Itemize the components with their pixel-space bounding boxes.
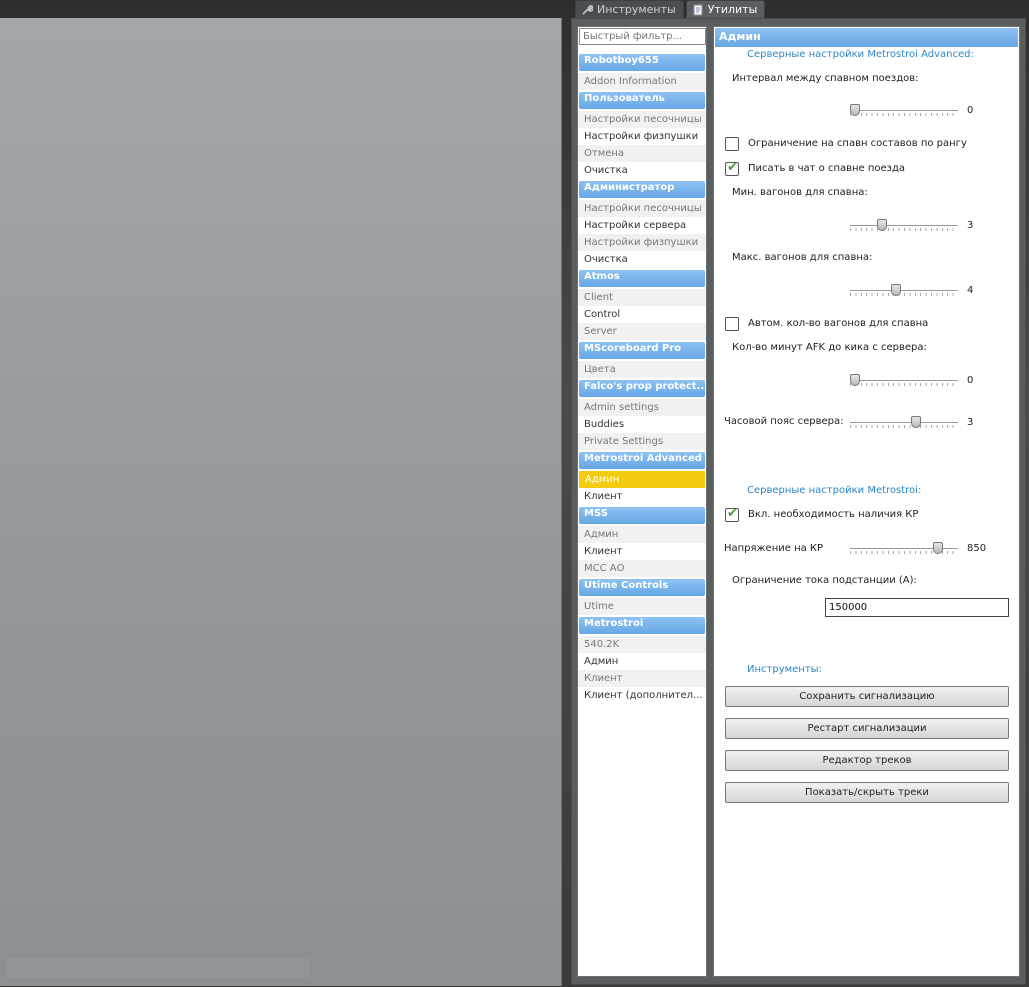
substation-limit-input[interactable] [825, 598, 1009, 617]
sidebar-item-mss-admin[interactable]: Админ [578, 526, 706, 543]
wrench-icon [581, 4, 594, 16]
sidebar-item-user-sandbox[interactable]: Настройки песочницы [578, 111, 706, 128]
timezone-value: 3 [967, 417, 974, 428]
spawnmenu-tabs: Инструменты Утилиты [575, 0, 767, 18]
sidebar-item-user-undo[interactable]: Отмена [578, 145, 706, 162]
kr-voltage-label: Напряжение на КР [724, 543, 824, 554]
sidebar-item-540-2k[interactable]: 540.2K [578, 636, 706, 653]
section-title-tools: Инструменты: [747, 664, 822, 675]
spawn-interval-slider[interactable] [850, 104, 958, 118]
category-metrostroi-advanced[interactable]: Metrostroi Advanced [579, 452, 705, 469]
category-mscoreboard[interactable]: MScoreboard Pro [579, 342, 705, 359]
sidebar-item-mss-client[interactable]: Клиент [578, 543, 706, 560]
category-utime-controls[interactable]: Utime Controls [579, 579, 705, 596]
slider-knob[interactable] [933, 542, 944, 554]
toggle-tracks-button[interactable]: Показать/скрыть треки [725, 782, 1009, 803]
sidebar-item-mtsa-admin[interactable]: Админ [579, 471, 705, 488]
sidebar-item-admin-settings[interactable]: Admin settings [578, 399, 706, 416]
timezone-label: Часовой пояс сервера: [724, 416, 844, 427]
category-user[interactable]: Пользователь [579, 92, 705, 109]
afk-minutes-value: 0 [967, 375, 974, 386]
category-robotboy655[interactable]: Robotboy655 [579, 54, 705, 71]
panel-title: Админ [715, 28, 1018, 47]
sidebar-item-metrostroi-admin[interactable]: Админ [578, 653, 706, 670]
sidebar-item-buddies[interactable]: Buddies [578, 416, 706, 433]
sidebar-item-admin-sandbox[interactable]: Настройки песочницы [578, 200, 706, 217]
tab-utilities-label: Утилиты [707, 3, 758, 16]
max-wagons-label: Макс. вагонов для спавна: [732, 252, 873, 263]
checkmark-icon: ✔ [727, 506, 738, 521]
max-wagons-slider[interactable] [850, 284, 958, 298]
substation-limit-label: Ограничение тока подстанции (А): [732, 575, 917, 586]
sidebar-item-user-cleanup[interactable]: Очистка [578, 162, 706, 179]
afk-minutes-slider[interactable] [850, 374, 958, 388]
sidebar-item-metrostroi-client[interactable]: Клиент [578, 670, 706, 687]
chat-strip [6, 958, 310, 978]
category-atmos[interactable]: Atmos [579, 270, 705, 287]
quick-filter-input[interactable] [579, 28, 706, 45]
sidebar-item-mss-ao[interactable]: МСС АО [578, 560, 706, 577]
sidebar-item-colors[interactable]: Цвета [578, 361, 706, 378]
section-title-mtsa: Серверные настройки Metrostroi Advanced: [747, 49, 974, 60]
sidebar-item-user-physgun[interactable]: Настройки физпушки [578, 128, 706, 145]
section-title-metrostroi: Серверные настройки Metrostroi: [747, 485, 922, 496]
restart-alarm-button[interactable]: Рестарт сигнализации [725, 718, 1009, 739]
min-wagons-slider[interactable] [850, 219, 958, 233]
page-icon [692, 4, 704, 16]
sidebar-item-atmos-server[interactable]: Server [578, 323, 706, 340]
max-wagons-value: 4 [967, 285, 974, 296]
category-tree: Robotboy655 Addon Information Пользовате… [578, 54, 706, 704]
rank-limit-label: Ограничение на спавн составов по рангу [748, 138, 967, 149]
chat-notify-label: Писать в чат о спавне поезда [748, 163, 906, 174]
timezone-slider[interactable] [850, 416, 958, 430]
slider-knob[interactable] [910, 416, 921, 428]
auto-wagons-checkbox[interactable] [725, 317, 739, 331]
category-mss[interactable]: MSS [579, 507, 705, 524]
slider-knob[interactable] [850, 374, 860, 386]
afk-minutes-label: Кол-во минут AFK до кика с сервера: [732, 342, 927, 353]
game-view-overlay [0, 18, 562, 986]
sidebar-item-private-settings[interactable]: Private Settings [578, 433, 706, 450]
sidebar-item-admin-server[interactable]: Настройки сервера [578, 217, 706, 234]
sidebar-item-mtsa-client[interactable]: Клиент [578, 488, 706, 505]
tab-tools-label: Инструменты [597, 3, 676, 16]
sidebar-item-utime[interactable]: Utime [578, 598, 706, 615]
auto-wagons-label: Автом. кол-во вагонов для спавна [748, 318, 929, 329]
kr-voltage-value: 850 [967, 543, 987, 554]
sidebar-item-addon-information[interactable]: Addon Information [578, 73, 706, 90]
category-metrostroi[interactable]: Metrostroi [579, 617, 705, 634]
spawn-interval-label: Интервал между спавном поездов: [732, 73, 919, 84]
rank-limit-checkbox[interactable] [725, 137, 739, 151]
spawn-interval-value: 0 [967, 105, 974, 116]
tab-tools[interactable]: Инструменты [575, 0, 684, 18]
sidebar-item-admin-cleanup[interactable]: Очистка [578, 251, 706, 268]
slider-knob[interactable] [891, 284, 902, 296]
min-wagons-value: 3 [967, 220, 974, 231]
kr-voltage-slider[interactable] [850, 542, 958, 556]
track-editor-button[interactable]: Редактор треков [725, 750, 1009, 771]
checkmark-icon: ✔ [727, 160, 738, 175]
sidebar-item-admin-physgun[interactable]: Настройки физпушки [578, 234, 706, 251]
tab-utilities[interactable]: Утилиты [685, 0, 766, 18]
chat-notify-checkbox[interactable]: ✔ [725, 160, 739, 176]
save-alarm-button[interactable]: Сохранить сигнализацию [725, 686, 1009, 707]
sidebar-item-metrostroi-client-extra[interactable]: Клиент (дополнител... [578, 687, 706, 704]
utilities-sidebar: Robotboy655 Addon Information Пользовате… [577, 26, 707, 977]
category-admin[interactable]: Администратор [579, 181, 705, 198]
settings-panel: Админ Серверные настройки Metrostroi Adv… [713, 26, 1020, 977]
slider-knob[interactable] [850, 104, 860, 116]
require-kr-label: Вкл. необходимость наличия КР [748, 509, 919, 520]
require-kr-checkbox[interactable]: ✔ [725, 506, 739, 522]
sidebar-item-atmos-control[interactable]: Control [578, 306, 706, 323]
category-falcos-prop-protection[interactable]: Falco's prop protect... [579, 380, 705, 397]
min-wagons-label: Мин. вагонов для спавна: [732, 187, 868, 198]
sidebar-item-atmos-client[interactable]: Client [578, 289, 706, 306]
